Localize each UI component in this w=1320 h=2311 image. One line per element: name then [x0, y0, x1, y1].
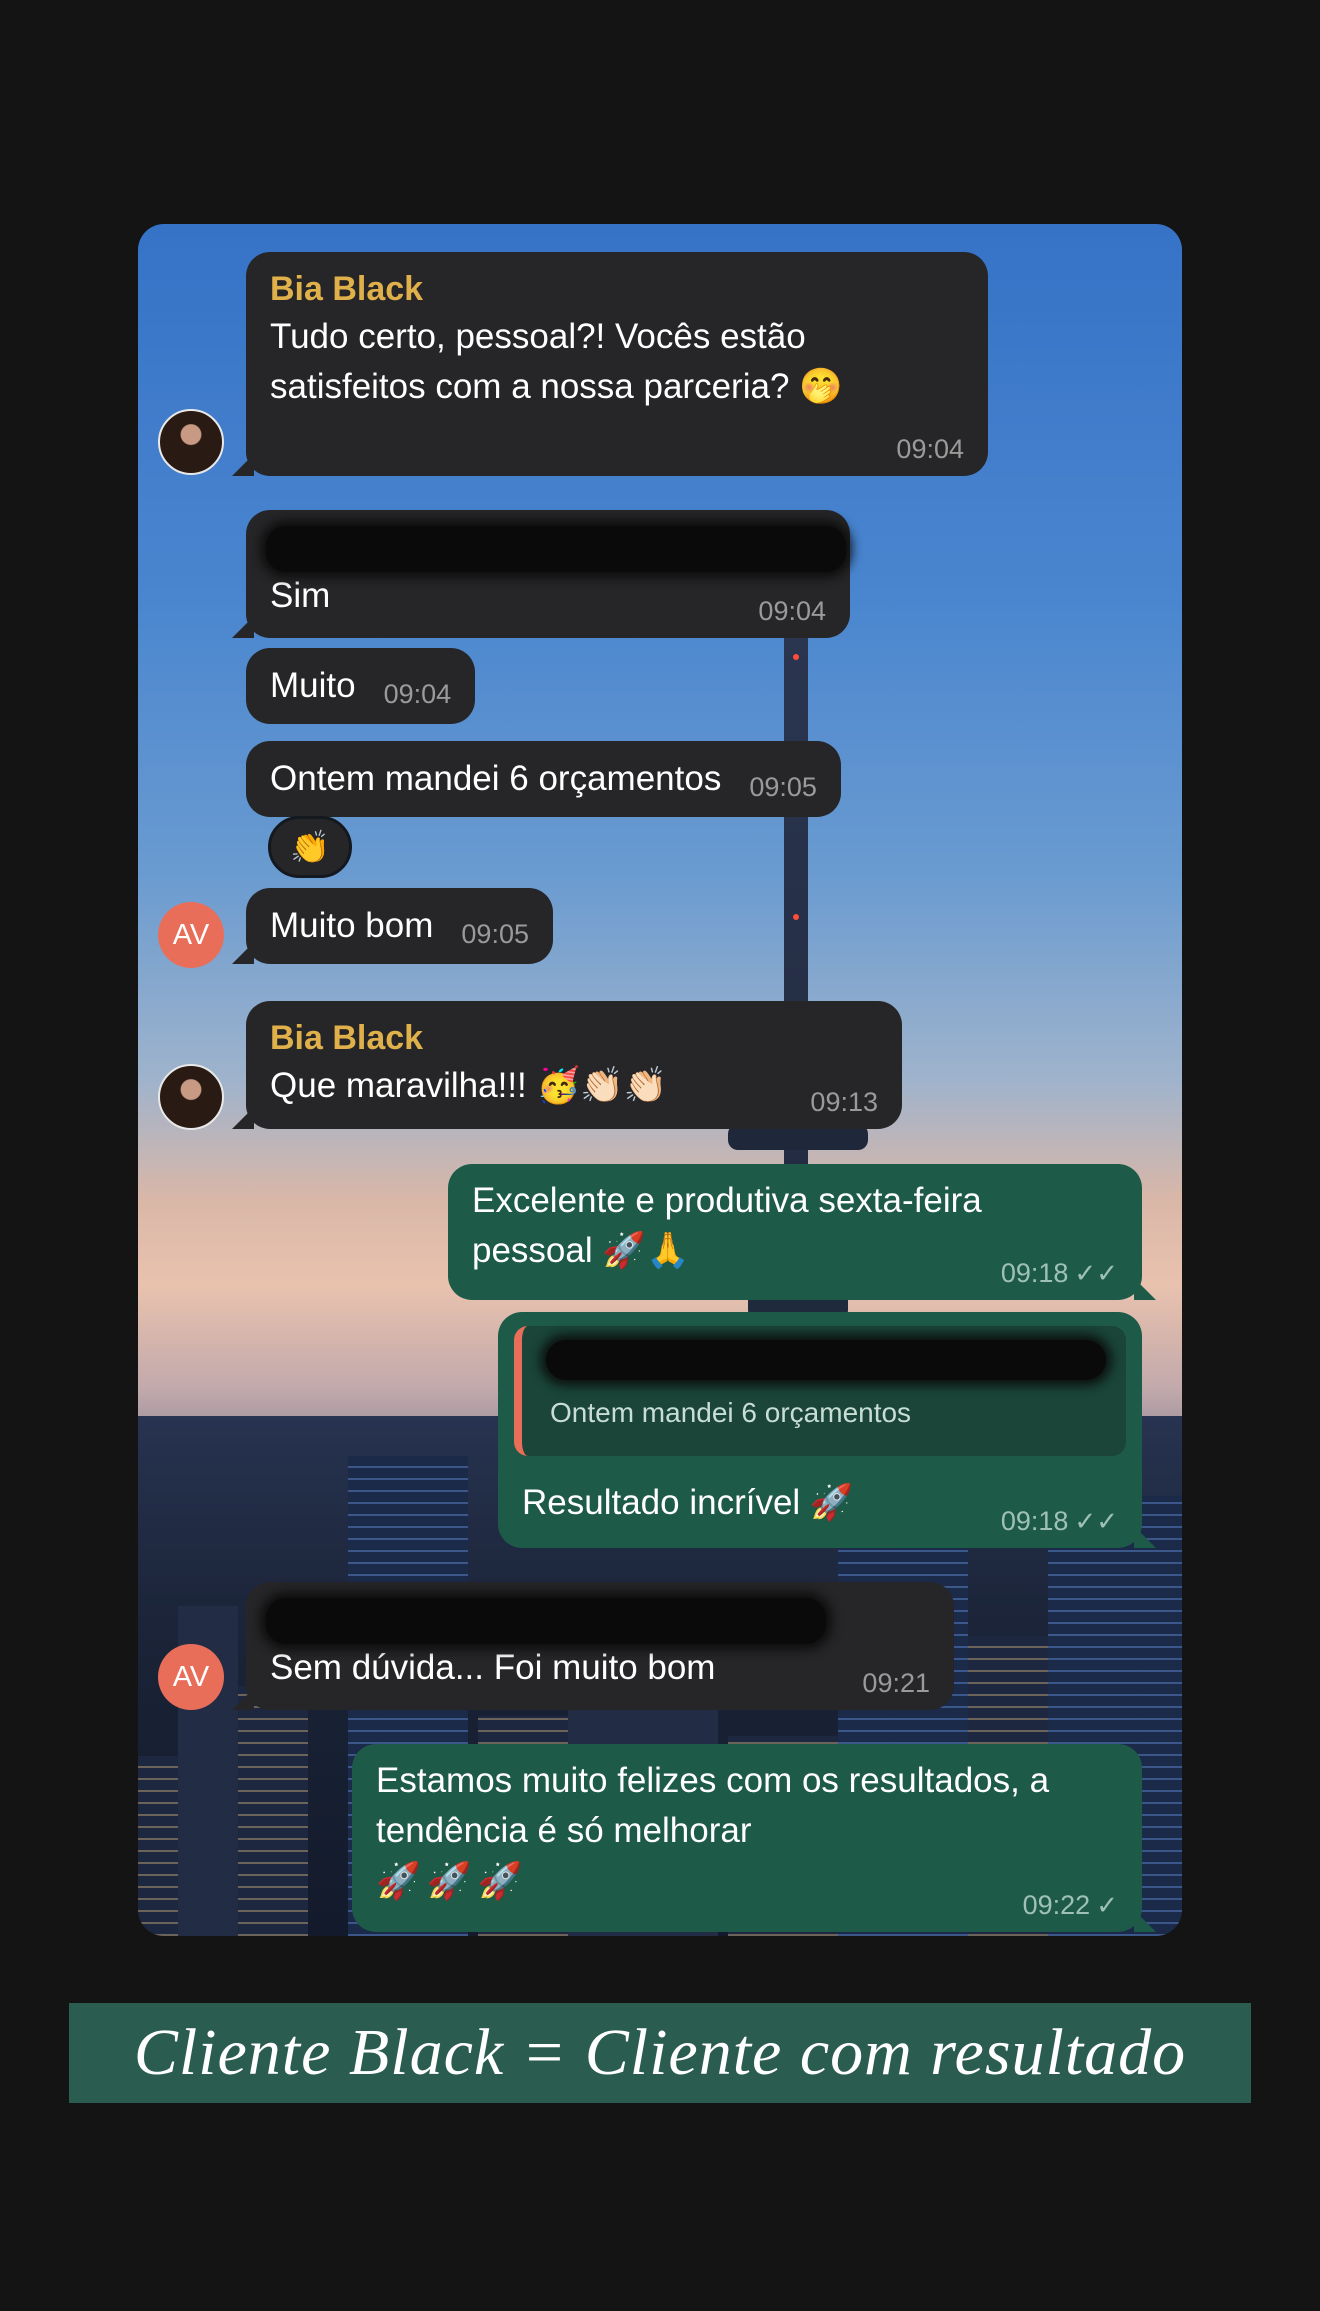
message-bubble[interactable]: Bia Black Que maravilha!!! 🥳👏🏻👏🏻 09:13: [232, 1001, 902, 1129]
message-bubble-outgoing[interactable]: Estamos muito felizes com os resultados,…: [352, 1744, 1156, 1932]
chat-screenshot: Bia Black Tudo certo, pessoal?! Vocês es…: [138, 224, 1182, 1936]
message-text: Tudo certo, pessoal?! Vocês estão satisf…: [270, 317, 843, 406]
message-bubble-outgoing[interactable]: Excelente e produtiva sexta-feira pessoa…: [448, 1164, 1156, 1300]
sender-name[interactable]: Bia Black: [270, 268, 964, 310]
message-time: 09:05: [461, 919, 529, 949]
message-text: Muito: [270, 666, 356, 705]
message-text: Sim: [270, 576, 331, 615]
message-bubble-outgoing[interactable]: Ontem mandei 6 orçamentos Resultado incr…: [498, 1312, 1156, 1548]
clap-reaction[interactable]: 👏: [268, 816, 352, 878]
message-bubble[interactable]: Muito 09:04: [246, 648, 476, 724]
message-time: 09:18: [1000, 1506, 1069, 1536]
message-text: Que maravilha!!! 🥳👏🏻👏🏻: [270, 1066, 668, 1105]
redacted-sender: [266, 1598, 826, 1644]
quoted-text: Ontem mandei 6 orçamentos: [550, 1397, 912, 1428]
message-time: 09:22: [1022, 1890, 1091, 1920]
message-text: Estamos muito felizes com os resultados,…: [376, 1761, 1050, 1850]
quoted-message[interactable]: Ontem mandei 6 orçamentos: [514, 1326, 1126, 1456]
message-bubble[interactable]: Bia Black Tudo certo, pessoal?! Vocês es…: [232, 252, 988, 476]
avatar-av[interactable]: AV: [158, 1644, 224, 1710]
message-text: Sem dúvida... Foi muito bom: [270, 1648, 716, 1687]
double-check-icon: ✓✓: [1074, 1506, 1118, 1536]
double-check-icon: ✓✓: [1074, 1258, 1118, 1288]
message-emojis: 🚀🚀🚀: [376, 1860, 529, 1901]
avatar-bia-black[interactable]: [158, 409, 224, 475]
message-time: 09:04: [758, 596, 826, 626]
message-text: Muito bom: [270, 906, 434, 945]
message-text: Ontem mandei 6 orçamentos: [270, 759, 722, 798]
message-bubble[interactable]: Muito bom 09:05: [232, 888, 553, 964]
message-bubble[interactable]: Sem dúvida... Foi muito bom 09:21: [232, 1582, 954, 1710]
message-text: Resultado incrível 🚀: [522, 1483, 854, 1522]
message-time: 09:05: [749, 772, 817, 802]
avatar-av[interactable]: AV: [158, 902, 224, 968]
single-check-icon: ✓: [1096, 1890, 1118, 1920]
redacted-sender: [546, 1340, 1106, 1380]
caption-banner: Cliente Black = Cliente com resultado: [69, 2003, 1251, 2103]
message-time: 09:04: [383, 679, 452, 709]
message-bubble[interactable]: Ontem mandei 6 orçamentos 09:05: [246, 741, 841, 817]
message-time: 09:13: [810, 1087, 878, 1117]
message-time: 09:04: [896, 434, 964, 464]
sender-name[interactable]: Bia Black: [270, 1017, 878, 1059]
redacted-sender: [266, 526, 846, 572]
message-bubble[interactable]: Sim 09:04: [232, 510, 850, 638]
message-text: Excelente e produtiva sexta-feira pessoa…: [472, 1181, 982, 1270]
avatar-bia-black[interactable]: [158, 1064, 224, 1130]
message-time: 09:21: [862, 1668, 930, 1698]
message-time: 09:18: [1000, 1258, 1069, 1288]
